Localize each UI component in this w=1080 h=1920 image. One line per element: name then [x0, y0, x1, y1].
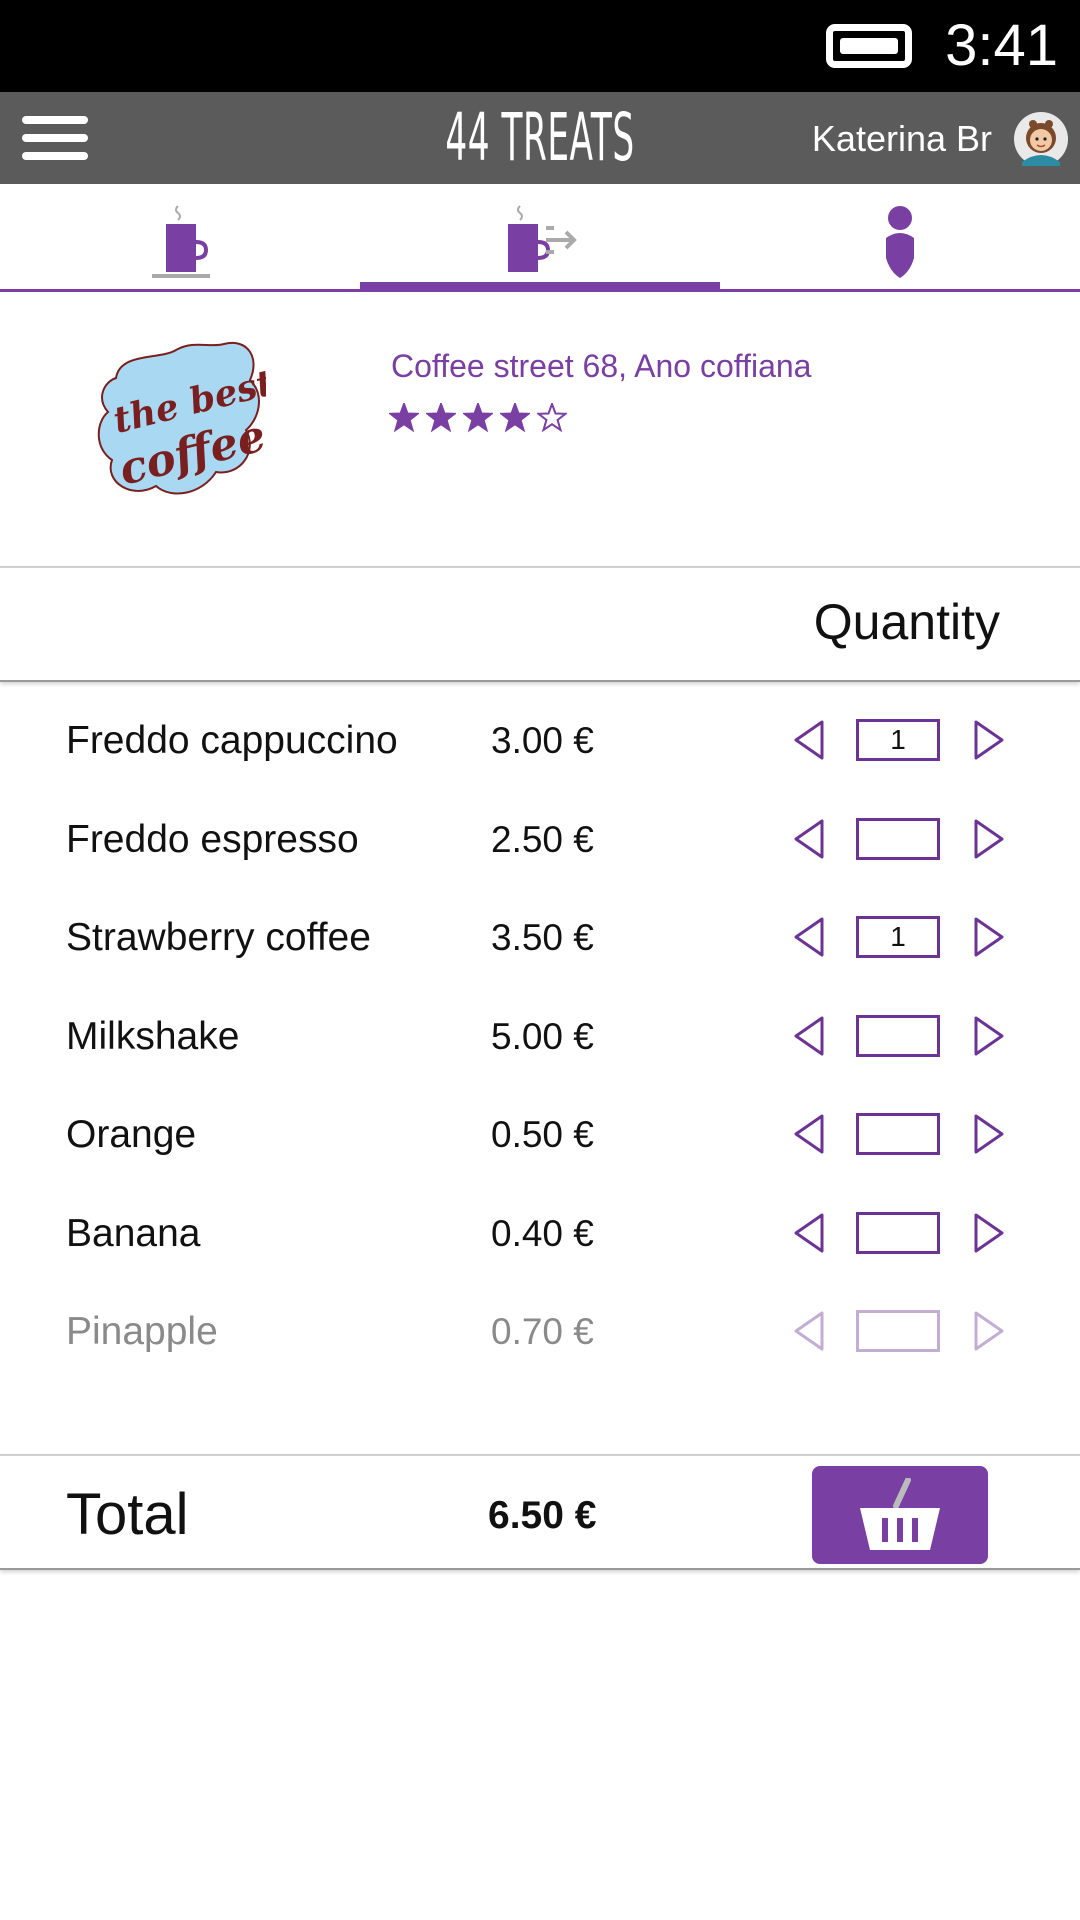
menu-item-row: Milkshake 5.00 € [0, 988, 1080, 1087]
app-title: 44 TREATS [445, 99, 635, 176]
item-price: 0.50 € [491, 1114, 594, 1155]
menu-list: Freddo cappuccino 3.00 € 1 Freddo espresso 2… [0, 692, 1080, 1382]
item-price: 0.70 € [491, 1311, 594, 1352]
quantity-stepper [790, 1209, 1010, 1257]
active-tab-indicator [360, 282, 720, 292]
total-bar: Total 6.50 € [0, 1454, 1080, 1570]
person-icon [886, 206, 914, 278]
item-price: 3.00 € [491, 720, 594, 761]
quantity-stepper [790, 815, 1010, 863]
total-label: Total [66, 1482, 189, 1547]
battery-icon [826, 24, 912, 68]
status-time: 3:41 [945, 13, 1058, 78]
quantity-header: Quantity [0, 566, 1080, 682]
quantity-field[interactable]: 1 [856, 916, 940, 958]
item-price: 0.40 € [491, 1212, 594, 1254]
total-value: 6.50 € [488, 1494, 597, 1537]
quantity-stepper [790, 1012, 1010, 1060]
quantity-field[interactable] [856, 817, 940, 860]
basket-icon [860, 1478, 940, 1550]
coffee-takeaway-icon [508, 205, 577, 272]
decrease-quantity-icon[interactable] [790, 1110, 830, 1158]
status-bar: 3:41 [0, 0, 1080, 92]
quantity-header-label: Quantity [813, 594, 1000, 650]
decrease-quantity-icon[interactable] [790, 1209, 830, 1257]
star-filled-icon [426, 403, 456, 433]
tab-profile[interactable] [720, 184, 1080, 292]
decrease-quantity-icon[interactable] [790, 815, 830, 863]
item-name: Strawberry coffee [66, 916, 371, 959]
user-name[interactable]: Katerina Br [812, 116, 992, 162]
item-price: 2.50 € [491, 818, 594, 860]
menu-item-row: Freddo cappuccino 3.00 € 1 [0, 692, 1080, 791]
star-empty-icon [537, 403, 567, 433]
increase-quantity-icon[interactable] [968, 1307, 1008, 1355]
basket-button[interactable] [812, 1466, 988, 1564]
hamburger-menu-icon[interactable] [22, 114, 88, 162]
menu-item-row: Strawberry coffee 3.50 € 1 [0, 889, 1080, 988]
increase-quantity-icon[interactable] [968, 1209, 1008, 1257]
increase-quantity-icon[interactable] [968, 815, 1008, 863]
item-price: 5.00 € [491, 1015, 594, 1057]
decrease-quantity-icon[interactable] [790, 1307, 830, 1355]
shop-address: Coffee street 68, Ano coffiana [391, 348, 812, 384]
star-filled-icon [463, 403, 493, 433]
increase-quantity-icon[interactable] [968, 1012, 1008, 1060]
shop-rating [389, 403, 574, 439]
item-price: 3.50 € [491, 917, 594, 958]
menu-item-row: Pinapple 0.70 € [0, 1283, 1080, 1382]
quantity-field[interactable]: 1 [856, 719, 940, 761]
item-name: Freddo cappuccino [66, 719, 398, 762]
quantity-stepper: 1 [790, 716, 1010, 764]
star-filled-icon [500, 403, 530, 433]
quantity-field[interactable] [856, 1113, 940, 1155]
decrease-quantity-icon[interactable] [790, 913, 830, 961]
tab-dine-in[interactable] [0, 184, 360, 292]
menu-item-row: Banana 0.40 € [0, 1185, 1080, 1284]
menu-item-row: Freddo espresso 2.50 € [0, 791, 1080, 890]
quantity-field[interactable] [856, 1310, 940, 1352]
quantity-field[interactable] [856, 1211, 940, 1254]
quantity-stepper [790, 1307, 1010, 1355]
tab-bar [0, 184, 1080, 292]
quantity-field[interactable] [856, 1014, 940, 1057]
item-name: Orange [66, 1113, 197, 1156]
menu-item-row: Orange 0.50 € [0, 1086, 1080, 1185]
item-name: Milkshake [66, 1014, 240, 1058]
item-name: Freddo espresso [66, 817, 359, 861]
increase-quantity-icon[interactable] [968, 913, 1008, 961]
tab-takeaway[interactable] [360, 184, 720, 292]
star-filled-icon [389, 403, 419, 433]
decrease-quantity-icon[interactable] [790, 716, 830, 764]
increase-quantity-icon[interactable] [968, 1110, 1008, 1158]
shop-logo: the best coffee [97, 341, 266, 496]
coffee-cup-icon [152, 205, 210, 278]
item-name: Pinapple [66, 1310, 218, 1353]
quantity-stepper [790, 1110, 1010, 1158]
app-bar: 44 TREATS Katerina Br [0, 92, 1080, 184]
increase-quantity-icon[interactable] [968, 716, 1008, 764]
item-name: Banana [66, 1211, 201, 1255]
decrease-quantity-icon[interactable] [790, 1012, 830, 1060]
quantity-stepper: 1 [790, 913, 1010, 961]
user-avatar-icon[interactable] [1014, 112, 1068, 166]
